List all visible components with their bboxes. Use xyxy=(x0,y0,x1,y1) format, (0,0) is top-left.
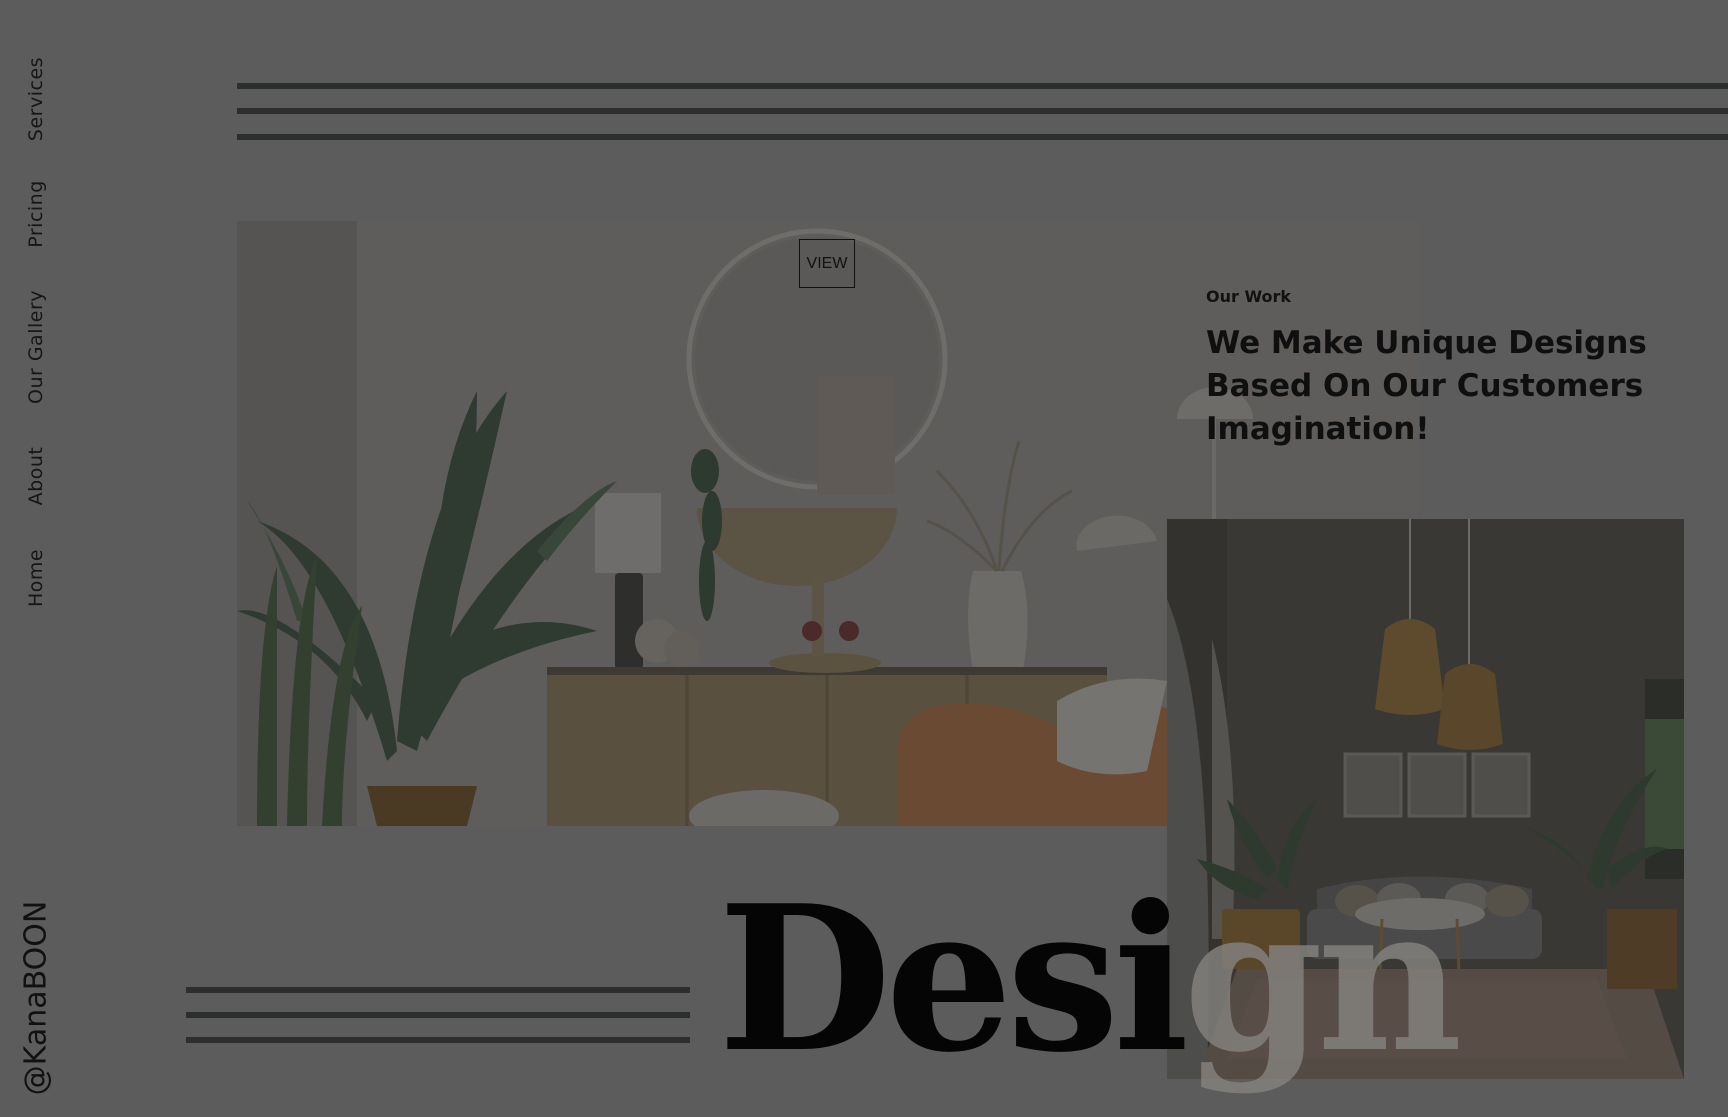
top-stripe-3 xyxy=(237,134,1728,140)
bottom-stripe-1 xyxy=(186,987,690,993)
top-stripe-2 xyxy=(237,108,1728,114)
nav-item-services[interactable]: Services xyxy=(25,57,47,141)
design-headline-dark: Desi xyxy=(718,862,1189,1097)
top-stripe-1 xyxy=(237,83,1728,89)
nav-item-home[interactable]: Home xyxy=(25,549,47,607)
social-handle[interactable]: @KanaBOON xyxy=(19,901,54,1096)
design-headline-light: gn xyxy=(1183,862,1462,1097)
bottom-stripe-3 xyxy=(186,1037,690,1043)
bottom-stripe-2 xyxy=(186,1012,690,1018)
design-headline: Design xyxy=(718,880,1463,1080)
nav-item-pricing[interactable]: Pricing xyxy=(25,180,47,248)
view-button[interactable]: VIEW xyxy=(799,239,855,288)
nav-item-about[interactable]: About xyxy=(25,447,47,506)
nav-item-our-gallery[interactable]: Our Gallery xyxy=(25,290,47,404)
page: Services Pricing Our Gallery About Home … xyxy=(0,0,1728,1117)
section-label: Our Work xyxy=(1206,287,1292,306)
tagline-heading: We Make Unique Designs Based On Our Cust… xyxy=(1206,325,1647,447)
